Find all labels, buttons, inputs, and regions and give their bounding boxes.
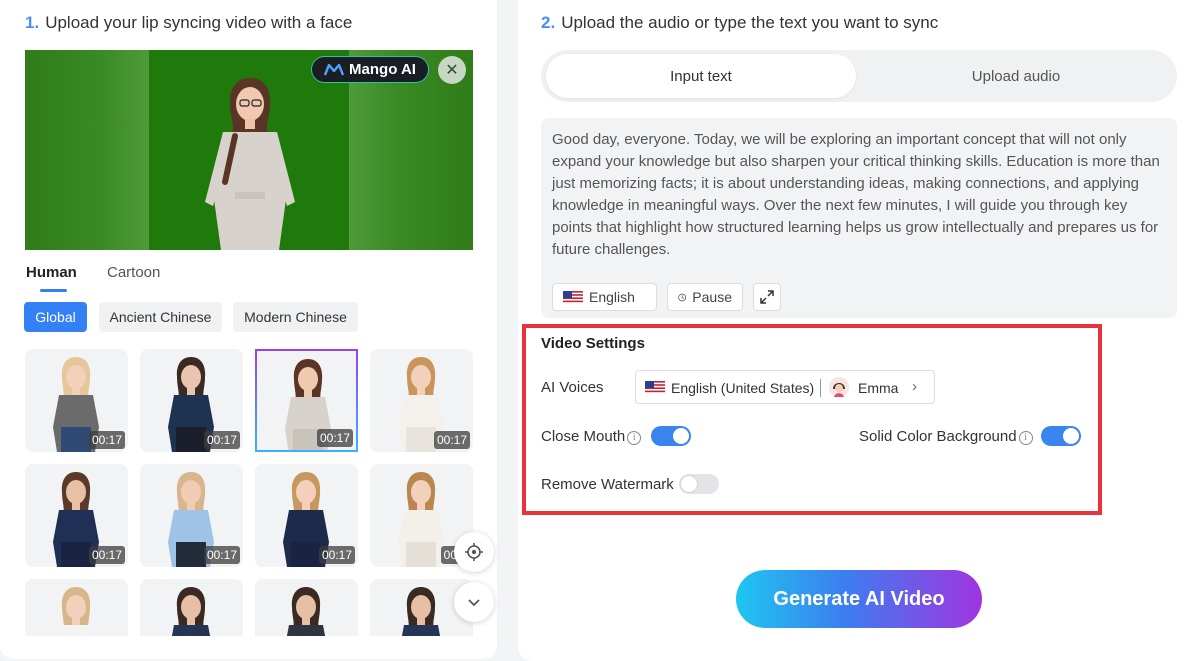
clock-icon [678,293,687,301]
avatar-thumbnail[interactable]: 00:17 [25,464,128,567]
us-flag-icon [645,381,665,394]
close-icon: ✕ [445,62,459,79]
us-flag-icon [563,290,583,304]
step-1-text: Upload your lip syncing video with a fac… [45,13,353,32]
avatar-figure [56,587,96,636]
avatar-thumbnail[interactable]: 00:17 [255,349,358,452]
step-2-number: 2. [541,13,556,32]
mango-logo-icon [324,63,345,75]
solid-bg-toggle[interactable] [1041,426,1081,446]
video-settings-title: Video Settings [541,335,645,352]
pause-button[interactable]: Pause [667,283,743,311]
tab-input-text[interactable]: Input text [546,54,856,98]
info-icon[interactable]: i [627,431,642,445]
voice-name: Emma [858,380,899,396]
voice-language: English (United States) [671,380,815,396]
remove-watermark-label: Remove Watermark [541,476,674,493]
scroll-down-button[interactable] [454,582,494,622]
avatar-thumbnail[interactable] [255,579,358,636]
language-label: English [589,289,635,305]
chip-global[interactable]: Global [24,302,87,332]
avatar-thumbnail[interactable]: 00:17 [255,464,358,567]
avatar-thumbnail[interactable] [25,579,128,636]
close-mouth-setting: Close Mouth i [541,428,642,445]
avatar-thumbnail[interactable]: 00:17 [25,349,128,452]
step-2-title: 2. Upload the audio or type the text you … [541,13,938,33]
tab-upload-audio[interactable]: Upload audio [860,54,1172,98]
close-mouth-label: Close Mouth [541,428,626,445]
solid-bg-setting: Solid Color Background i [859,428,1033,445]
crosshair-icon [465,543,483,561]
tab-cartoon[interactable]: Cartoon [107,264,160,281]
remove-video-button[interactable]: ✕ [438,56,466,84]
language-button[interactable]: English [552,283,657,311]
locate-button[interactable] [454,532,494,572]
chip-ancient-chinese[interactable]: Ancient Chinese [99,302,222,332]
pause-label: Pause [692,289,732,305]
preview-avatar-figure [205,78,295,250]
avatar-figure [286,587,326,636]
solid-bg-label: Solid Color Background [859,428,1017,445]
avatar-duration: 00:17 [203,546,240,564]
avatar-duration: 00:17 [316,429,353,447]
remove-watermark-toggle[interactable] [679,474,719,494]
avatar-duration: 00:17 [203,431,240,449]
chevron-down-icon [468,599,480,607]
chevron-right-icon: › [912,378,917,395]
avatar-duration: 00:17 [88,431,125,449]
avatar-figure [171,587,211,636]
step-1-number: 1. [25,13,40,32]
expand-icon [760,290,774,304]
active-tab-indicator [40,289,67,292]
avatar-duration: 00:17 [88,546,125,564]
chip-modern-chinese[interactable]: Modern Chinese [233,302,358,332]
step-1-title: 1. Upload your lip syncing video with a f… [25,13,352,33]
avatar-duration: 00:17 [433,431,470,449]
tab-human[interactable]: Human [26,264,77,281]
voice-avatar-icon [829,377,849,397]
close-mouth-toggle[interactable] [651,426,691,446]
ai-voice-select[interactable]: English (United States) Emma › [635,370,935,404]
script-text[interactable]: Good day, everyone. Today, we will be ex… [552,129,1167,261]
avatar-thumbnail[interactable] [140,579,243,636]
mango-ai-logo: Mango AI [311,56,429,83]
avatar-thumbnail[interactable]: 00:17 [370,349,473,452]
video-preview[interactable]: Mango AI ✕ [25,50,473,250]
avatar-duration: 00:17 [318,546,355,564]
voice-divider [820,379,821,397]
avatar-thumbnail[interactable]: 00:17 [140,464,243,567]
brand-label: Mango AI [349,61,416,78]
ai-voices-label: AI Voices [541,379,604,396]
generate-video-button[interactable]: Generate AI Video [736,570,982,628]
expand-button[interactable] [753,283,781,311]
avatar-thumbnail[interactable]: 00:17 [140,349,243,452]
step-2-text: Upload the audio or type the text you wa… [561,13,939,32]
info-icon[interactable]: i [1018,431,1033,445]
